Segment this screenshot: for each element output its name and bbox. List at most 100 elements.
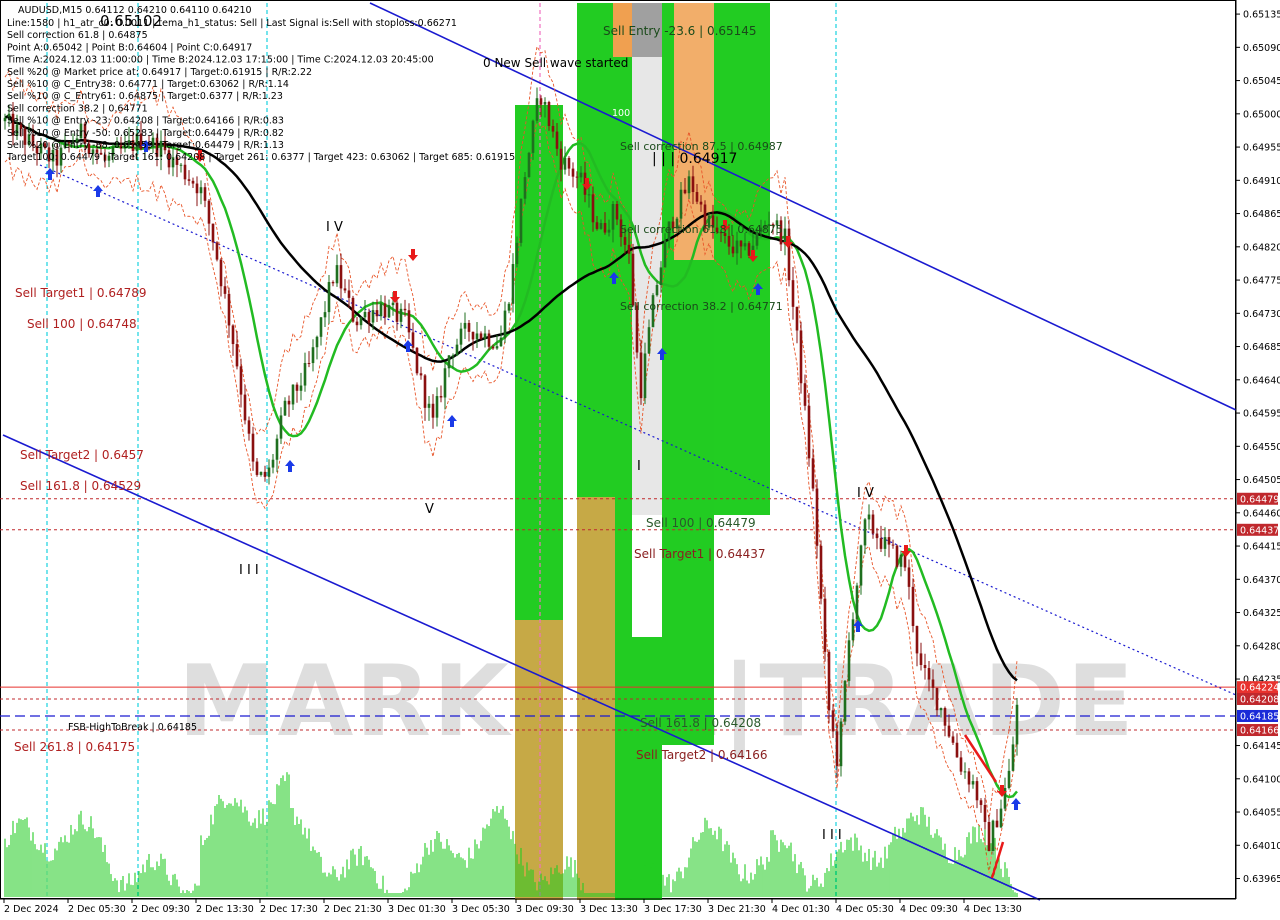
price-tag-label: 0.64208: [1240, 694, 1279, 705]
point-c-label: | | | 0.64917: [652, 151, 737, 167]
candle-body: [259, 471, 263, 475]
candle-body: [179, 164, 183, 166]
y-tick-label: 0.64550: [1243, 442, 1280, 453]
candle-body: [307, 363, 311, 365]
candle-body: [923, 664, 927, 669]
info-line: Sell correction 61.8 | 0.64875: [7, 30, 148, 41]
chart-svg[interactable]: MARKETZ|TRADE 0 New Sell wave started Se…: [0, 0, 1280, 920]
candle-body: [515, 242, 519, 265]
wave-i: I: [637, 459, 641, 474]
candle-body: [835, 731, 839, 767]
candle-body: [995, 820, 999, 828]
candle-body: [271, 459, 275, 468]
info-line: Sell %10 @ Entry -50: 0.65283 | Target:0…: [7, 128, 284, 139]
info-line: Sell %10 @ C_Entry38: 0.64771 | Target:0…: [7, 79, 289, 90]
price-tag-label: 0.64185: [1240, 711, 1279, 722]
y-tick-label: 0.64595: [1243, 409, 1280, 420]
wave-iii-left: I I I: [239, 563, 259, 578]
candle-body: [539, 98, 543, 105]
candle-body: [967, 771, 971, 785]
candle-body: [727, 235, 731, 247]
candle-body: [831, 710, 835, 732]
candle-body: [399, 308, 403, 322]
candle-body: [543, 102, 547, 105]
candle-body: [403, 308, 407, 311]
candle-body: [847, 640, 851, 681]
candle-body: [499, 337, 503, 347]
candle-body: [423, 375, 427, 408]
fsb-label: FSB-HighToBreak | 0.64185: [68, 722, 197, 733]
candle-body: [867, 514, 871, 520]
candle-body: [355, 321, 359, 326]
label-100: 100: [612, 108, 630, 119]
candle-body: [799, 330, 803, 384]
candle-body: [911, 586, 915, 626]
candle-body: [239, 366, 243, 395]
candle-body: [987, 821, 991, 851]
candle-body: [303, 363, 307, 386]
info-line: Point A:0.65042 | Point B:0.64604 | Poin…: [7, 42, 252, 53]
candle-body: [247, 420, 251, 434]
candle-body: [255, 461, 259, 475]
candle-body: [335, 265, 339, 284]
candle-body: [899, 554, 903, 567]
candle-body: [879, 538, 883, 549]
candle-body: [231, 325, 235, 345]
candle-body: [327, 282, 331, 313]
signal-zone: [714, 260, 770, 515]
info-line: Sell %10 @ C_Entry61: 0.64875 | Target:0…: [7, 91, 283, 102]
candle-body: [731, 246, 735, 254]
candle-body: [319, 317, 323, 337]
candle-body: [999, 808, 1003, 828]
candle-body: [599, 222, 603, 229]
sell-entry-label: Sell Entry -23.6 | 0.65145: [603, 24, 757, 38]
target1-mid-label: Sell Target1 | 0.64437: [634, 547, 766, 561]
candle-body: [507, 303, 511, 311]
candle-body: [203, 187, 207, 201]
candle-body: [439, 396, 443, 398]
candle-body: [1015, 704, 1019, 745]
y-tick-label: 0.64280: [1243, 641, 1280, 652]
candle-body: [295, 384, 299, 391]
candle-body: [451, 355, 455, 357]
candle-body: [503, 310, 507, 338]
y-tick-label: 0.64370: [1243, 575, 1280, 586]
candle-body: [655, 285, 659, 296]
candle-body: [695, 192, 699, 202]
candle-body: [631, 253, 635, 306]
candle-body: [371, 310, 375, 323]
candle-body: [559, 148, 563, 170]
y-tick-label: 0.64730: [1243, 309, 1280, 320]
candle-body: [375, 310, 379, 317]
candle-body: [263, 471, 267, 477]
candle-body: [851, 619, 855, 641]
signal-zone: [515, 475, 563, 620]
candle-body: [427, 403, 431, 408]
candle-body: [603, 222, 607, 233]
candle-body: [367, 312, 371, 323]
candle-body: [251, 433, 255, 462]
x-tick-label: 2 Dec 21:30: [324, 904, 382, 915]
candle-body: [895, 545, 899, 567]
price-tag-label: 0.64166: [1240, 726, 1279, 737]
candle-body: [495, 346, 499, 349]
trading-chart[interactable]: MARKETZ|TRADE 0 New Sell wave started Se…: [0, 0, 1280, 920]
volume-histogram: [4, 772, 1018, 897]
candle-body: [735, 240, 739, 254]
candle-body: [283, 400, 287, 416]
x-tick-label: 2 Dec 2024: [4, 904, 59, 915]
y-tick-label: 0.64055: [1243, 808, 1280, 819]
candle-body: [323, 312, 327, 318]
candle-body: [659, 267, 663, 286]
candle-body: [431, 403, 435, 418]
x-tick-label: 4 Dec 09:30: [900, 904, 958, 915]
candle-body: [687, 176, 691, 194]
candle-body: [1011, 744, 1015, 771]
candle-body: [311, 347, 315, 364]
candle-body: [607, 229, 611, 233]
candle-body: [647, 327, 651, 354]
candle-body: [443, 368, 447, 398]
candle-body: [187, 179, 191, 181]
candle-body: [791, 280, 795, 307]
candle-body: [535, 98, 539, 121]
